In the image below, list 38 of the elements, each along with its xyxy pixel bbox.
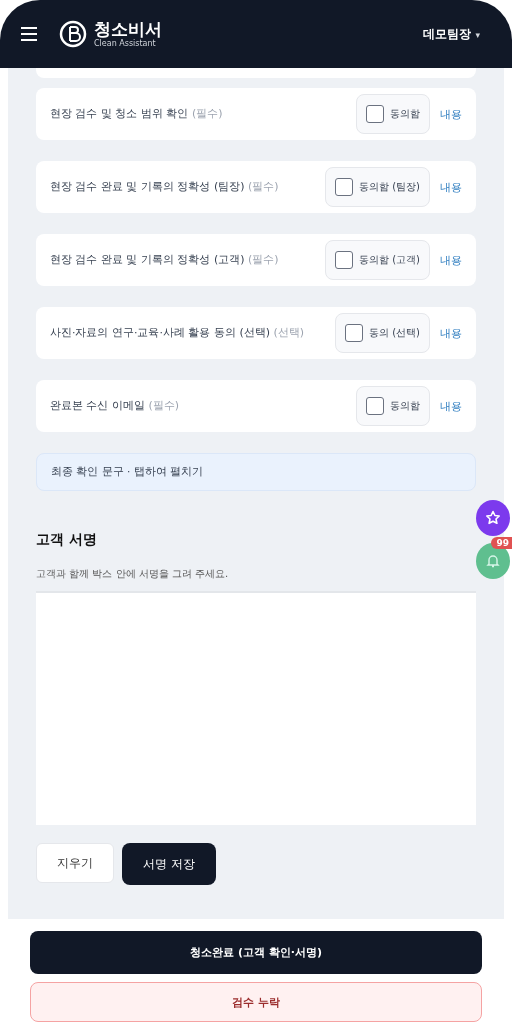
details-link[interactable]: 내용: [440, 398, 462, 414]
notice-toggle[interactable]: 최종 확인 문구 · 탭하여 펼치기: [36, 453, 476, 491]
clear-button[interactable]: 지우기: [36, 843, 114, 883]
complete-button[interactable]: 청소완료 (고객 확인·서명): [30, 931, 482, 974]
user-menu[interactable]: 데모팀장 ▾: [417, 24, 486, 44]
agree-checkbox[interactable]: 동의함: [356, 94, 430, 134]
notification-badge: 99: [491, 537, 512, 549]
agree-checkbox[interactable]: 동의함: [356, 386, 430, 426]
agree-checkbox[interactable]: 동의함 (고객): [325, 240, 430, 280]
agree-label: 동의함: [390, 107, 420, 121]
brand-name: 청소비서: [94, 20, 162, 38]
agree-checkbox[interactable]: 동의함 (팀장): [325, 167, 430, 207]
consent-tag: (필수): [148, 398, 180, 412]
details-link[interactable]: 내용: [440, 252, 462, 268]
consent-tag: (필수): [192, 106, 223, 120]
brand-tagline: Clean Assistant: [94, 39, 157, 48]
details-link[interactable]: 내용: [440, 179, 462, 195]
consent-label: 완료본 수신 이메일: [50, 398, 145, 412]
consent-tag: (선택): [273, 325, 305, 339]
consent-label: 현장 검수 및 청소 범위 확인: [50, 106, 189, 120]
signature-hint: 고객과 함께 박스 안에 서명을 그려 주세요.: [36, 567, 230, 581]
details-link[interactable]: 내용: [440, 106, 462, 122]
agree-label: 동의함: [390, 399, 420, 413]
agree-label: 동의 (선택): [369, 326, 420, 340]
agree-label: 동의함 (팀장): [359, 180, 420, 194]
missing-button[interactable]: 검수 누락: [30, 982, 482, 1022]
save-signature-button[interactable]: 서명 저장: [122, 843, 216, 885]
agree-checkbox[interactable]: 동의 (선택): [335, 313, 430, 353]
consent-label: 현장 검수 완료 및 기록의 정확성 (팀장): [50, 179, 245, 193]
consent-tag: (필수): [248, 252, 279, 266]
details-link[interactable]: 내용: [440, 325, 462, 341]
consent-tag: (필수): [248, 179, 279, 193]
consent-label: 사진·자료의 연구·교육·사례 활용 동의 (선택): [50, 325, 271, 339]
agree-label: 동의함 (고객): [359, 253, 420, 267]
logo-icon: [58, 19, 88, 49]
menu-icon[interactable]: [20, 27, 38, 41]
section-title: 고객 서명: [36, 531, 98, 549]
consent-label: 현장 검수 완료 및 기록의 정확성 (고객): [50, 252, 245, 266]
